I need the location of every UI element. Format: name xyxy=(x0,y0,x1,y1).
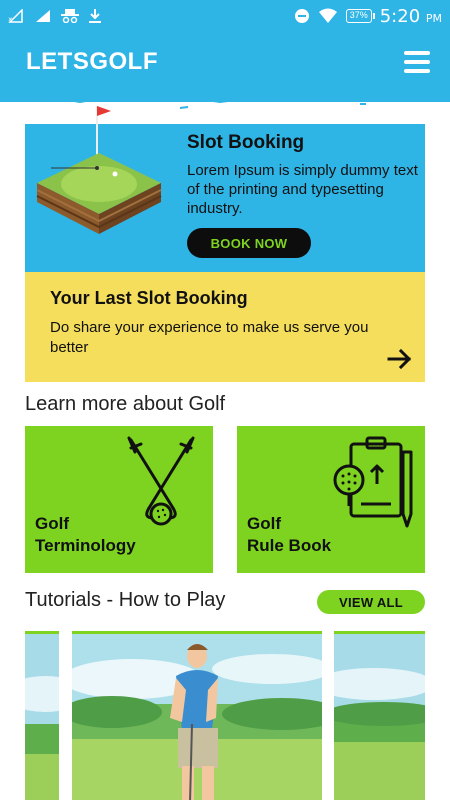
menu-line xyxy=(404,51,430,55)
status-icons-right: 37% 5:20 PM xyxy=(294,6,442,27)
tile-label: Golf Rule Book xyxy=(247,513,331,557)
app-title: LETSGOLF xyxy=(26,48,158,75)
last-booking-description: Do share your experience to make us serv… xyxy=(50,319,369,356)
incognito-icon xyxy=(61,9,79,23)
tile-label-line1: Golf xyxy=(35,514,69,533)
view-all-button[interactable]: VIEW ALL xyxy=(317,590,425,614)
svg-text:×: × xyxy=(8,15,13,23)
app-bar: LETSGOLF xyxy=(0,32,450,109)
book-now-button[interactable]: BOOK NOW xyxy=(187,228,311,258)
tutorials-carousel[interactable] xyxy=(0,631,450,800)
do-not-disturb-icon xyxy=(294,9,309,23)
tutorials-section-title: Tutorials - How to Play xyxy=(25,589,226,611)
clock-time: 5:20 xyxy=(379,5,421,27)
wifi-icon xyxy=(318,8,337,23)
tutorial-card[interactable] xyxy=(25,631,59,800)
status-bar: × 37% 5:20 PM xyxy=(0,0,450,32)
battery-indicator: 37% xyxy=(345,9,375,23)
tile-label-line1: Golf xyxy=(247,514,281,533)
golf-green-illustration xyxy=(36,106,162,234)
clock-ampm: PM xyxy=(425,11,442,25)
last-booking-title: Your Last Slot Booking xyxy=(50,288,248,308)
tile-label: Golf Terminology xyxy=(35,513,136,557)
golfer-thumbnail xyxy=(72,634,322,800)
hamburger-menu-icon[interactable] xyxy=(404,51,430,73)
rule-book-icon xyxy=(333,436,413,528)
signal-icon xyxy=(36,10,50,22)
arrow-right-icon[interactable] xyxy=(387,348,413,370)
download-icon xyxy=(89,9,101,23)
last-slot-booking-card[interactable]: Your Last Slot Booking Do share your exp… xyxy=(25,272,425,382)
tutorial-thumbnail xyxy=(334,634,425,800)
slot-booking-card: Slot Booking Lorem Ipsum is simply dummy… xyxy=(25,106,425,272)
golf-rule-book-tile[interactable]: Golf Rule Book xyxy=(237,426,425,573)
tile-label-line2: Terminology xyxy=(35,536,136,555)
tutorial-thumbnail xyxy=(25,634,59,800)
golf-terminology-tile[interactable]: Golf Terminology xyxy=(25,426,213,573)
tile-label-line2: Rule Book xyxy=(247,536,332,555)
tutorial-card[interactable] xyxy=(334,631,425,800)
menu-line xyxy=(404,60,430,64)
booking-title: Slot Booking xyxy=(187,132,305,153)
learn-section-title: Learn more about Golf xyxy=(25,393,226,415)
no-sim-icon: × xyxy=(8,9,23,23)
clock: 5:20 PM xyxy=(380,6,442,27)
booking-description: Lorem Ipsum is simply dummy text of the … xyxy=(187,162,418,217)
status-icons-left: × xyxy=(8,8,102,24)
menu-line xyxy=(404,69,430,73)
tutorial-card[interactable] xyxy=(72,631,322,800)
